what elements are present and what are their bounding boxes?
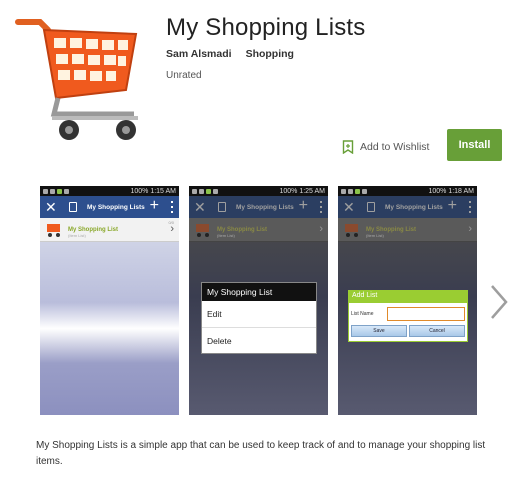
shopping-cart-icon	[47, 223, 60, 237]
app-toolbar: ✕ My Shopping Lists +	[189, 196, 328, 218]
toolbar-title: My Shopping Lists	[236, 203, 294, 211]
chevron-right-icon[interactable]	[488, 282, 510, 322]
plus-icon: +	[447, 197, 457, 214]
shopping-cart-icon	[15, 19, 138, 140]
shopping-cart-icon	[196, 223, 209, 237]
screenshot-2[interactable]: 100% 1:25 AM ✕ My Shopping Lists + My Sh…	[189, 186, 328, 415]
close-icon: ✕	[194, 198, 206, 215]
clipboard-icon	[367, 202, 375, 212]
chevron-right-icon: ›	[319, 223, 323, 235]
notification-icons	[43, 188, 69, 194]
app-title: My Shopping Lists	[166, 14, 366, 41]
notification-icons	[192, 188, 218, 194]
notification-icons	[341, 188, 367, 194]
clipboard-icon	[69, 202, 77, 212]
category-link[interactable]: Shopping	[246, 48, 294, 60]
list-item: My Shopping List (Item List) ›	[338, 218, 477, 242]
list-item-name: My Shopping List	[217, 226, 267, 233]
list-item-subtitle: (Item List)	[366, 233, 384, 238]
dialog-buttons: Save Cancel	[349, 325, 467, 337]
overflow-menu-icon	[320, 201, 322, 213]
menu-item-edit[interactable]: Edit	[202, 301, 316, 328]
developer-link[interactable]: Sam Alsmadi	[166, 48, 232, 60]
menu-item-delete[interactable]: Delete	[202, 328, 316, 355]
status-time: 100% 1:15 AM	[130, 187, 176, 195]
list-name-label: List Name	[351, 311, 374, 317]
close-icon: ✕	[343, 198, 355, 215]
wishlist-label: Add to Wishlist	[360, 141, 430, 153]
dialog-title: Add List	[349, 291, 467, 303]
overflow-menu-icon	[171, 201, 173, 213]
toolbar-title: My Shopping Lists	[385, 203, 443, 211]
chevron-right-icon: ›	[468, 223, 472, 235]
cancel-button[interactable]: Cancel	[409, 325, 465, 337]
status-bar: 100% 1:15 AM	[40, 186, 179, 196]
chevron-right-icon: ›	[170, 223, 174, 235]
app-description: My Shopping Lists is a simple app that c…	[36, 440, 486, 467]
context-menu: My Shopping List Edit Delete	[201, 282, 317, 354]
list-item: My Shopping List (Item List) 0/0 ›	[40, 218, 179, 242]
screenshot-1[interactable]: 100% 1:15 AM ✕ My Shopping Lists + My Sh…	[40, 186, 179, 415]
bookmark-icon	[342, 140, 354, 154]
install-button[interactable]: Install	[447, 129, 502, 161]
list-item-subtitle: (Item List)	[217, 233, 235, 238]
add-to-wishlist-button[interactable]: Add to Wishlist	[342, 137, 429, 157]
screenshot-3[interactable]: 100% 1:18 AM ✕ My Shopping Lists + My Sh…	[338, 186, 477, 415]
list-name-input[interactable]	[387, 307, 465, 321]
list-background	[40, 242, 179, 415]
status-time: 100% 1:25 AM	[279, 187, 325, 195]
add-list-dialog: Add List List Name Save Cancel	[348, 290, 468, 342]
rating-text: Unrated	[166, 70, 202, 81]
list-item: My Shopping List (Item List) ›	[189, 218, 328, 242]
status-bar: 100% 1:25 AM	[189, 186, 328, 196]
status-bar: 100% 1:18 AM	[338, 186, 477, 196]
plus-icon: +	[298, 197, 308, 214]
list-item-subtitle: (Item List)	[68, 233, 86, 238]
app-meta: Sam Alsmadi Shopping	[166, 48, 294, 60]
app-toolbar: ✕ My Shopping Lists +	[338, 196, 477, 218]
clipboard-icon	[218, 202, 226, 212]
shopping-cart-icon	[345, 223, 358, 237]
toolbar-title: My Shopping Lists	[87, 203, 145, 211]
list-item-name: My Shopping List	[68, 226, 118, 233]
app-toolbar: ✕ My Shopping Lists +	[40, 196, 179, 218]
plus-icon: +	[149, 197, 159, 214]
close-icon: ✕	[45, 198, 57, 215]
list-item-name: My Shopping List	[366, 226, 416, 233]
context-menu-title: My Shopping List	[202, 283, 316, 301]
overflow-menu-icon	[469, 201, 471, 213]
save-button[interactable]: Save	[351, 325, 407, 337]
list-name-field: List Name	[349, 303, 467, 325]
status-time: 100% 1:18 AM	[428, 187, 474, 195]
